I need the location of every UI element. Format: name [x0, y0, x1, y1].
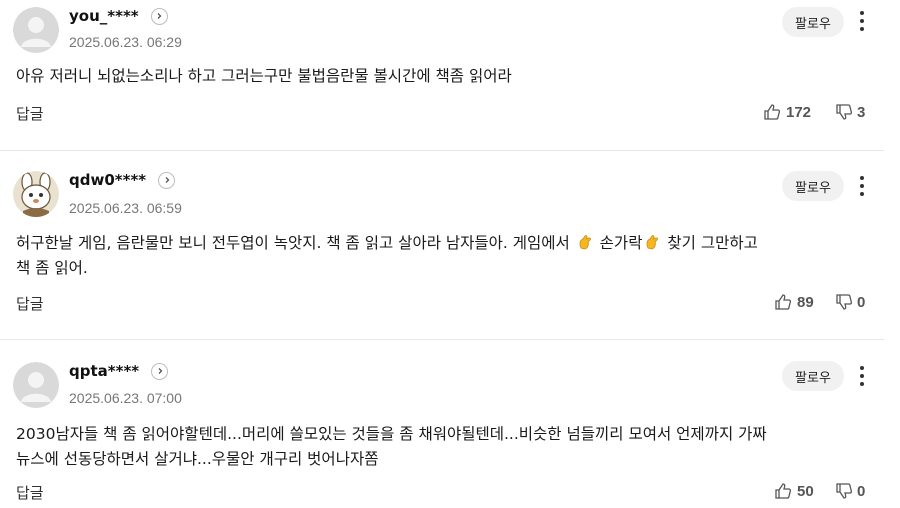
like-count: 172	[786, 103, 812, 121]
comment-date: 2025.06.23. 06:29	[69, 34, 182, 50]
more-options-icon[interactable]	[852, 172, 872, 200]
dislike-count: 0	[857, 482, 866, 500]
like-button[interactable]: 172	[763, 103, 811, 121]
default-avatar-icon	[13, 362, 59, 408]
nickname[interactable]: qpta****	[69, 362, 169, 380]
chevron-right-icon[interactable]	[151, 362, 169, 380]
like-count: 89	[797, 293, 814, 311]
chevron-right-icon[interactable]	[158, 171, 176, 189]
reply-button[interactable]: 답글	[16, 482, 44, 503]
default-avatar-icon	[13, 7, 59, 53]
dislike-button[interactable]: 0	[835, 482, 865, 500]
follow-button[interactable]: 팔로우	[782, 171, 844, 201]
dislike-button[interactable]: 0	[835, 293, 865, 311]
avatar[interactable]	[13, 362, 59, 408]
reply-button[interactable]: 답글	[16, 293, 44, 314]
thumbs-up-icon	[764, 104, 781, 120]
comment-date: 2025.06.23. 06:59	[69, 200, 182, 216]
like-button[interactable]: 89	[774, 293, 814, 311]
thumbs-up-icon	[775, 483, 792, 499]
comment-text: 2030남자들 책 좀 읽어야할텐데...머리에 쓸모있는 것들을 좀 채워야될…	[16, 425, 767, 468]
chevron-right-icon[interactable]	[150, 7, 168, 25]
comment-item: qdw0**** 2025.06.23. 06:59 팔로우 허구한날 게임, …	[0, 151, 884, 339]
like-count: 50	[797, 482, 814, 500]
thumbs-up-icon	[775, 294, 792, 310]
thumbs-down-icon	[836, 104, 853, 120]
thumbs-down-icon	[836, 483, 853, 499]
thumbs-down-icon	[836, 294, 853, 310]
follow-button[interactable]: 팔로우	[782, 7, 844, 37]
avatar[interactable]	[13, 171, 59, 217]
nickname[interactable]: you_****	[69, 7, 168, 25]
comment-item: qpta**** 2025.06.23. 07:00 팔로우 2030남자들 책…	[0, 340, 884, 508]
cartoon-bunny-avatar-icon	[13, 171, 59, 217]
dislike-button[interactable]: 3	[835, 103, 865, 121]
comment-text: 허구한날 게임, 음란물만 보니 전두엽이 녹앗지. 책 좀 읽고 살아라 남자…	[16, 234, 758, 277]
more-options-icon[interactable]	[852, 7, 872, 35]
avatar[interactable]	[13, 7, 59, 53]
like-button[interactable]: 50	[774, 482, 814, 500]
comment-date: 2025.06.23. 07:00	[69, 390, 182, 406]
follow-button[interactable]: 팔로우	[782, 361, 844, 391]
dislike-count: 3	[857, 103, 866, 121]
reply-button[interactable]: 답글	[16, 103, 44, 124]
pinching-hand-emoji-icon	[647, 235, 659, 250]
pinching-hand-emoji-icon	[579, 235, 591, 250]
comment-item: you_**** 2025.06.23. 06:29 팔로우 아유 저러니 뇌없…	[0, 0, 884, 150]
comment-text: 아유 저러니 뇌없는소리나 하고 그러는구만 불법음란물 볼시간에 책좀 읽어라	[16, 67, 512, 85]
nickname[interactable]: qdw0****	[69, 171, 176, 189]
dislike-count: 0	[857, 293, 866, 311]
more-options-icon[interactable]	[852, 362, 872, 390]
